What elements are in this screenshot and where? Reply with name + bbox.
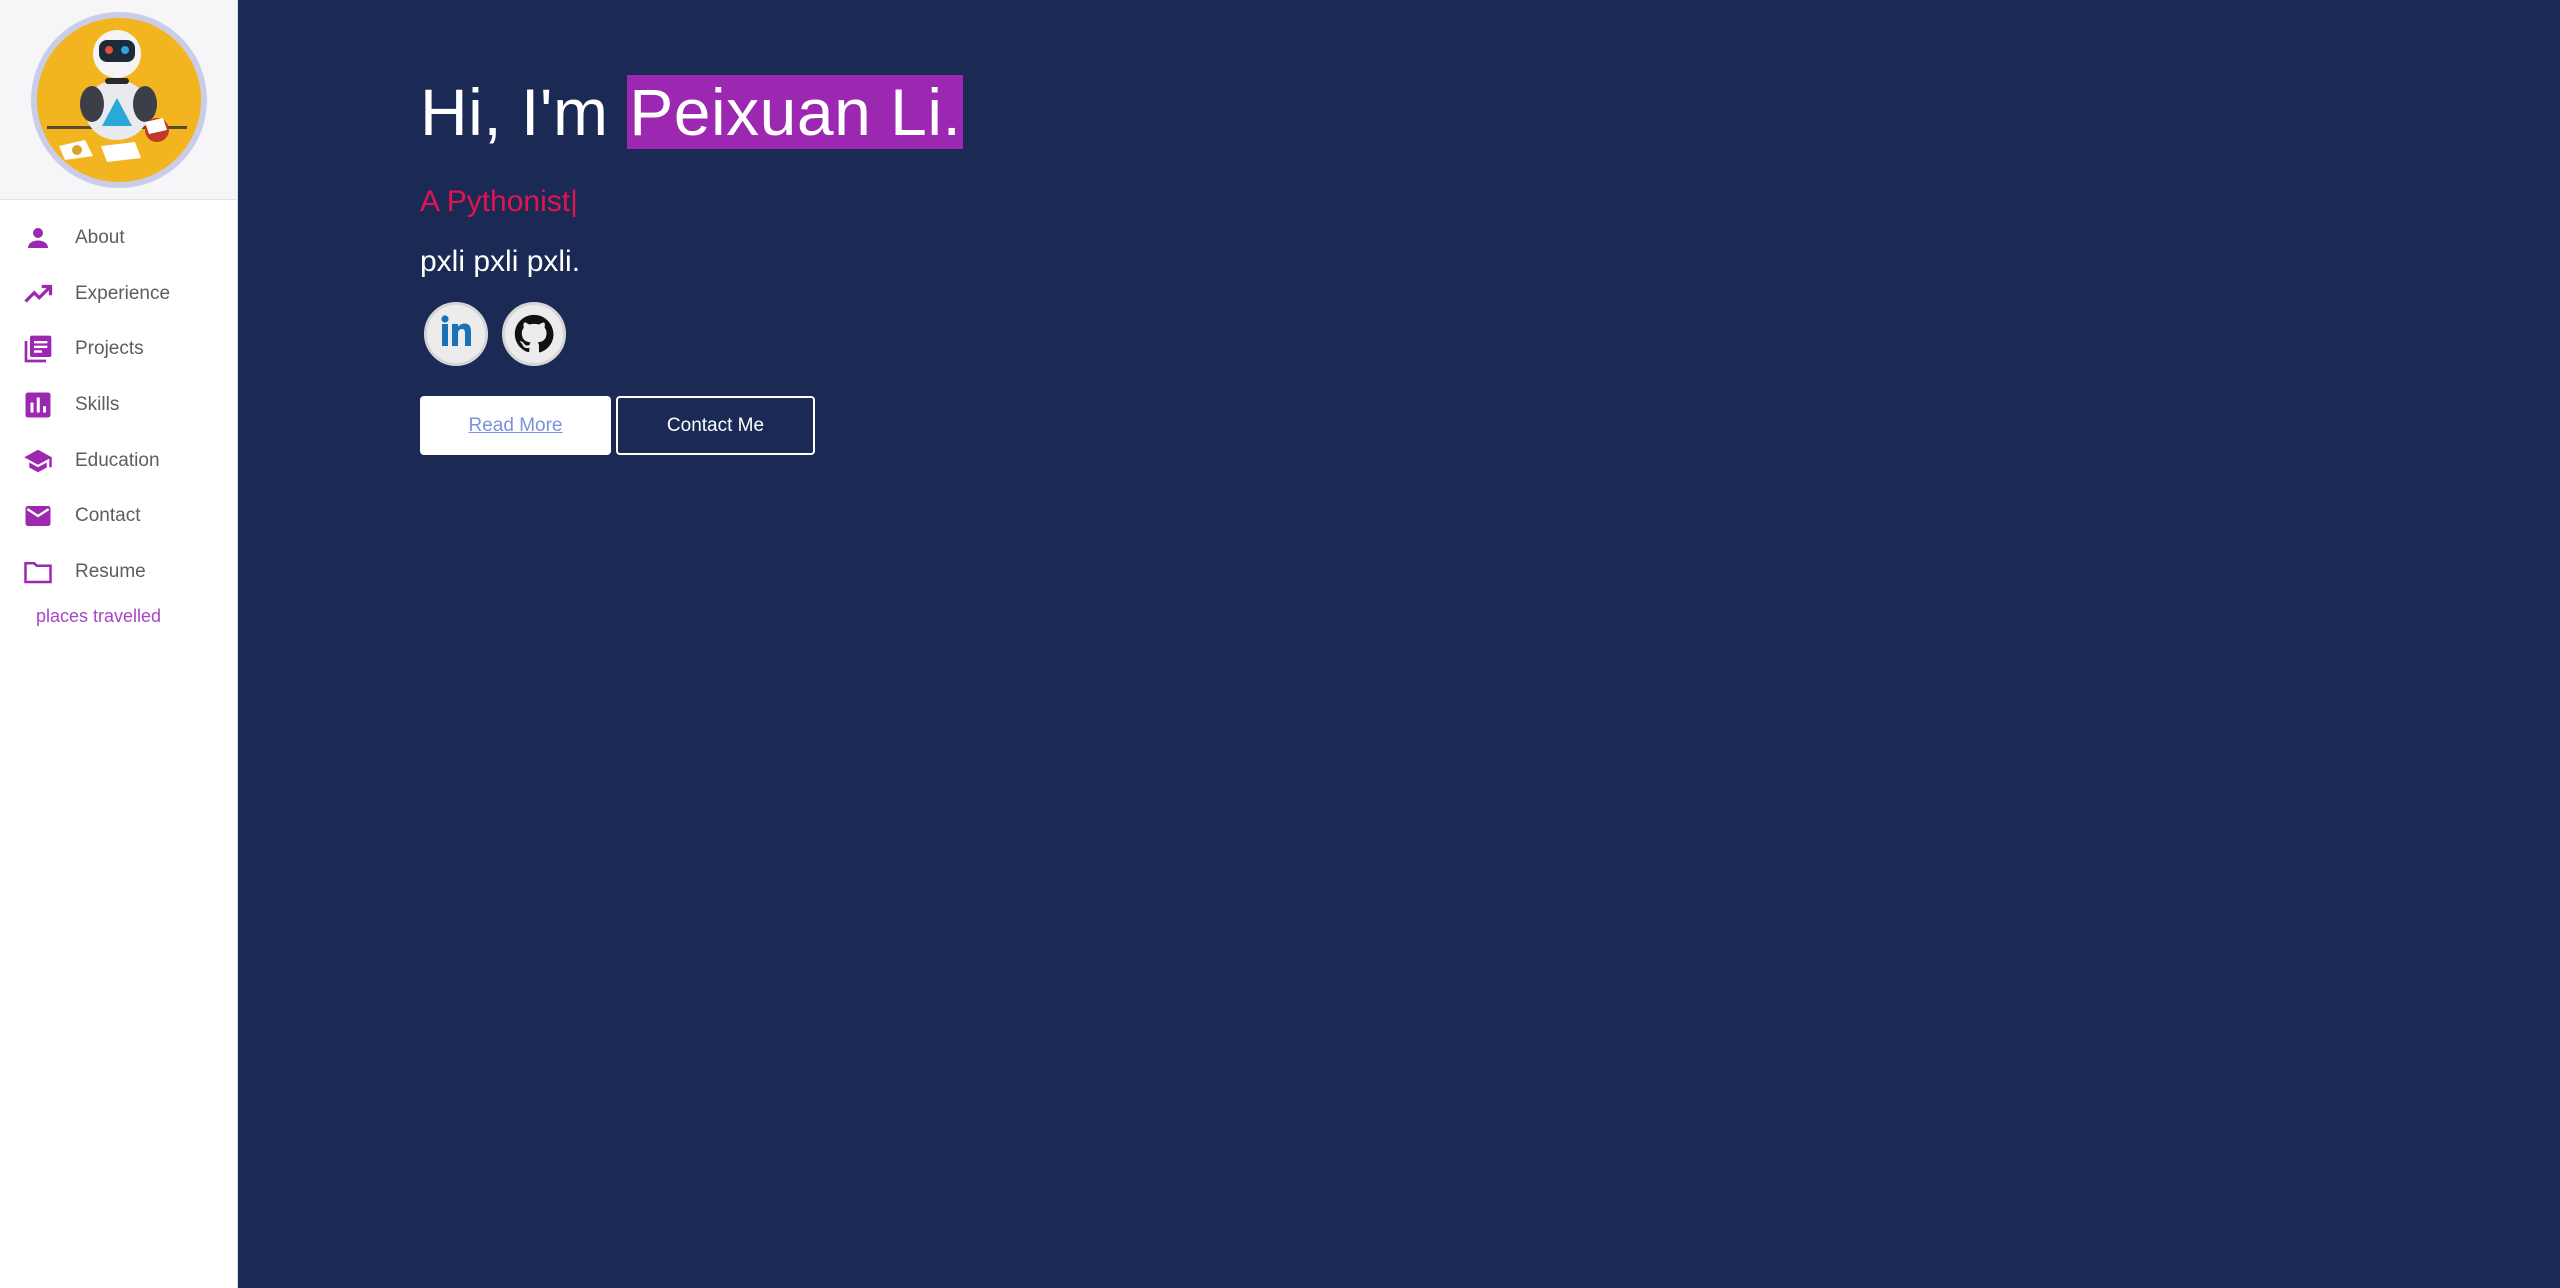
read-more-button[interactable]: Read More (420, 396, 611, 455)
highlighted-name: Peixuan Li. (627, 75, 964, 149)
hero-section: Hi, I'm Peixuan Li. A Pythonist| pxli px… (420, 72, 964, 455)
sidebar-item-contact[interactable]: Contact (0, 488, 237, 544)
linkedin-button[interactable] (424, 302, 488, 366)
sidebar-item-label: About (75, 226, 125, 248)
sidebar-nav: About Experience Projects Skills Educati… (0, 200, 237, 627)
library-books-icon (18, 332, 58, 366)
hero-buttons: Read More Contact Me (420, 396, 963, 455)
sidebar-item-label: Experience (75, 282, 171, 304)
github-button[interactable] (502, 302, 566, 366)
sidebar-item-resume[interactable]: Resume (0, 544, 237, 600)
contact-me-button[interactable]: Contact Me (616, 396, 815, 455)
hero-heading: Hi, I'm Peixuan Li. (420, 72, 964, 152)
sidebar-item-label: Resume (75, 560, 146, 582)
social-links (420, 302, 963, 366)
sidebar-item-education[interactable]: Education (0, 433, 237, 489)
person-icon (18, 221, 58, 255)
bar-chart-icon (18, 388, 58, 422)
profile-section (0, 0, 237, 200)
github-icon (514, 314, 554, 353)
hero-subtext: pxli pxli pxli. (420, 245, 581, 278)
sidebar-item-label: Education (75, 449, 160, 471)
sidebar-item-label: Contact (75, 505, 141, 527)
places-travelled-link[interactable]: places travelled (0, 606, 161, 627)
typing-tagline: A Pythonist| (420, 185, 578, 218)
greeting-text: Hi, I'm (420, 75, 628, 149)
sidebar-item-skills[interactable]: Skills (0, 377, 237, 433)
trending-up-icon (18, 277, 58, 311)
sidebar: About Experience Projects Skills Educati… (0, 0, 238, 1288)
robot-illustration (36, 17, 201, 182)
sidebar-item-projects[interactable]: Projects (0, 321, 237, 377)
sidebar-item-about[interactable]: About (0, 210, 237, 266)
folder-icon (18, 555, 58, 589)
robot-avatar[interactable] (30, 11, 207, 188)
school-icon (18, 444, 58, 478)
sidebar-item-label: Skills (75, 393, 120, 415)
linkedin-icon (441, 315, 471, 346)
mail-icon (18, 499, 58, 533)
sidebar-item-label: Projects (75, 338, 144, 360)
sidebar-item-experience[interactable]: Experience (0, 266, 237, 322)
main-content: Hi, I'm Peixuan Li. A Pythonist| pxli px… (239, 0, 2560, 1288)
